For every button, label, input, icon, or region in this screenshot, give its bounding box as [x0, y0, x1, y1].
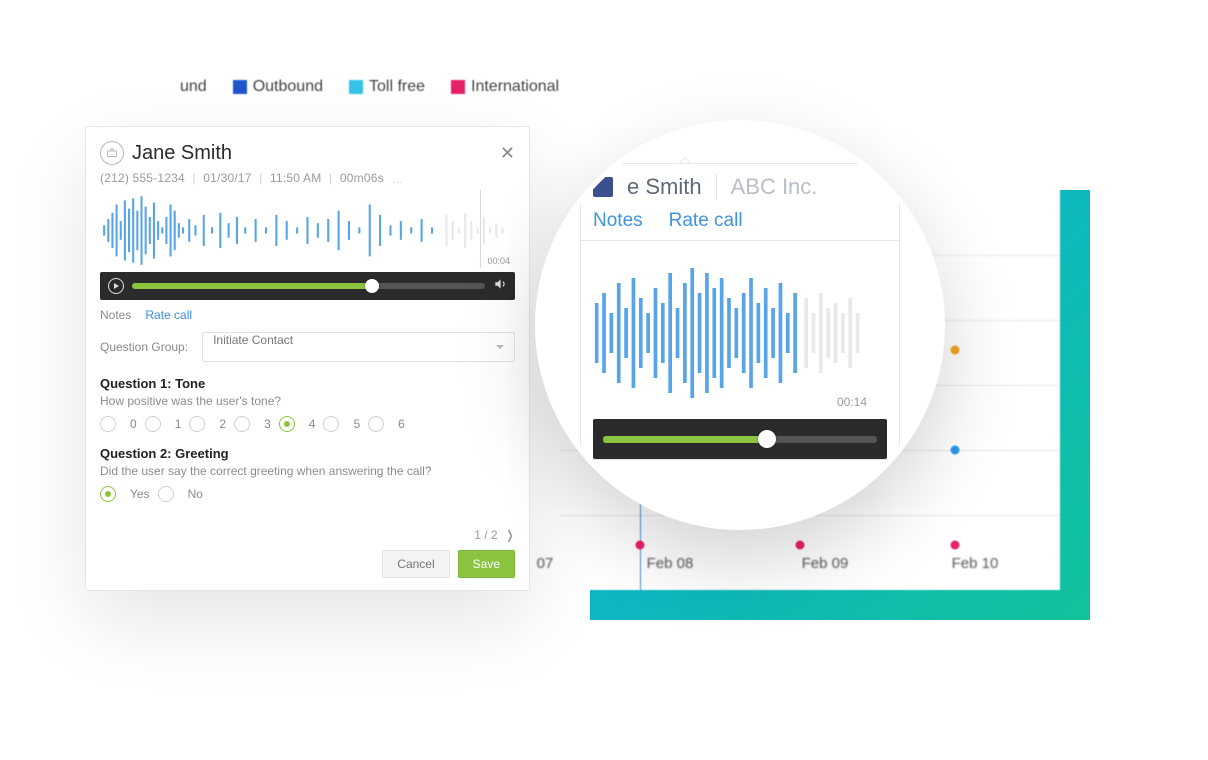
- wave-time-label: 00:14: [837, 395, 867, 409]
- legend-tollfree: Toll free: [349, 78, 425, 96]
- radio-2[interactable]: [189, 416, 205, 432]
- close-icon[interactable]: ✕: [500, 143, 515, 164]
- waveform-small: 00:04: [100, 190, 515, 268]
- pop-tab-notes[interactable]: Notes: [593, 210, 643, 240]
- pop-tab-ratecall[interactable]: Rate call: [669, 210, 743, 240]
- square-icon: [233, 80, 247, 94]
- pager-text: 1 / 2: [474, 528, 497, 542]
- square-icon: [451, 80, 465, 94]
- audio-player-large: [593, 419, 887, 459]
- seek-slider[interactable]: [132, 283, 485, 289]
- legend-tollfree-label: Toll free: [369, 78, 425, 96]
- q1-desc: How positive was the user's tone?: [100, 394, 515, 408]
- data-point[interactable]: [951, 346, 960, 355]
- question-group-label: Question Group:: [100, 340, 188, 354]
- save-button[interactable]: Save: [458, 550, 515, 578]
- popover-header: e Smith ABC Inc. Notes Rate call: [580, 163, 900, 241]
- q2-desc: Did the user say the correct greeting wh…: [100, 464, 515, 478]
- audio-player: [100, 272, 515, 300]
- meta-date: 01/30/17: [203, 171, 251, 185]
- meta-row: (212) 555-1234 | 01/30/17 | 11:50 AM | 0…: [100, 171, 515, 186]
- x-tick-feb08: Feb 08: [647, 555, 694, 572]
- q2-heading: Question 2: Greeting: [100, 446, 515, 461]
- data-point[interactable]: [796, 541, 805, 550]
- pager: 1 / 2 ❯: [100, 528, 515, 542]
- popover-company: ABC Inc.: [716, 174, 818, 200]
- radio-yes[interactable]: [100, 486, 116, 502]
- q2-options: Yes No: [100, 486, 515, 502]
- q1-options: 0 1 2 3 4 5 6: [100, 416, 515, 432]
- subtabs: Notes Rate call: [100, 308, 515, 322]
- call-rating-panel: Jane Smith ✕ (212) 555-1234 | 01/30/17 |…: [85, 126, 530, 591]
- popover-name: e Smith: [627, 174, 702, 200]
- radio-3[interactable]: [234, 416, 250, 432]
- data-point[interactable]: [951, 446, 960, 455]
- meta-phone: (212) 555-1234: [100, 171, 185, 185]
- seek-thumb[interactable]: [365, 279, 379, 293]
- radio-0[interactable]: [100, 416, 116, 432]
- square-icon: [349, 80, 363, 94]
- cancel-button[interactable]: Cancel: [382, 550, 449, 578]
- seek-thumb[interactable]: [758, 430, 776, 448]
- zoom-lens: e Smith ABC Inc. Notes Rate call: [535, 120, 945, 530]
- x-tick-07: 07: [537, 555, 554, 572]
- radio-1[interactable]: [145, 416, 161, 432]
- legend-outbound: Outbound: [233, 78, 323, 96]
- data-point[interactable]: [951, 541, 960, 550]
- ellipsis-icon: …: [391, 172, 404, 186]
- data-point[interactable]: [636, 541, 645, 550]
- x-tick-feb10: Feb 10: [952, 555, 999, 572]
- avatar: [593, 177, 613, 197]
- radio-no[interactable]: [158, 486, 174, 502]
- legend-inbound-label: und: [180, 78, 207, 96]
- radio-4[interactable]: [279, 416, 295, 432]
- radio-5[interactable]: [323, 416, 339, 432]
- legend-international: International: [451, 78, 559, 96]
- seek-slider[interactable]: [603, 436, 877, 443]
- wave-time-label: 00:04: [487, 256, 510, 266]
- meta-duration: 00m06s: [340, 171, 384, 185]
- waveform-large: 00:14: [593, 253, 887, 413]
- x-tick-feb09: Feb 09: [802, 555, 849, 572]
- legend-outbound-label: Outbound: [253, 78, 323, 96]
- volume-icon[interactable]: [493, 277, 507, 294]
- meta-time: 11:50 AM: [270, 171, 321, 185]
- q1-heading: Question 1: Tone: [100, 376, 515, 391]
- legend: und Outbound Toll free International: [180, 78, 559, 96]
- tab-notes[interactable]: Notes: [100, 308, 131, 322]
- chevron-right-icon[interactable]: ❯: [506, 528, 513, 542]
- radio-6[interactable]: [368, 416, 384, 432]
- play-icon[interactable]: [108, 278, 124, 294]
- briefcase-icon: [100, 141, 124, 165]
- tab-ratecall[interactable]: Rate call: [145, 308, 192, 322]
- legend-international-label: International: [471, 78, 559, 96]
- panel-title: Jane Smith: [132, 142, 232, 165]
- legend-inbound-fragment: und: [180, 78, 207, 96]
- question-group-selected: Initiate Contact: [213, 333, 293, 347]
- question-group-select[interactable]: Initiate Contact: [202, 332, 515, 362]
